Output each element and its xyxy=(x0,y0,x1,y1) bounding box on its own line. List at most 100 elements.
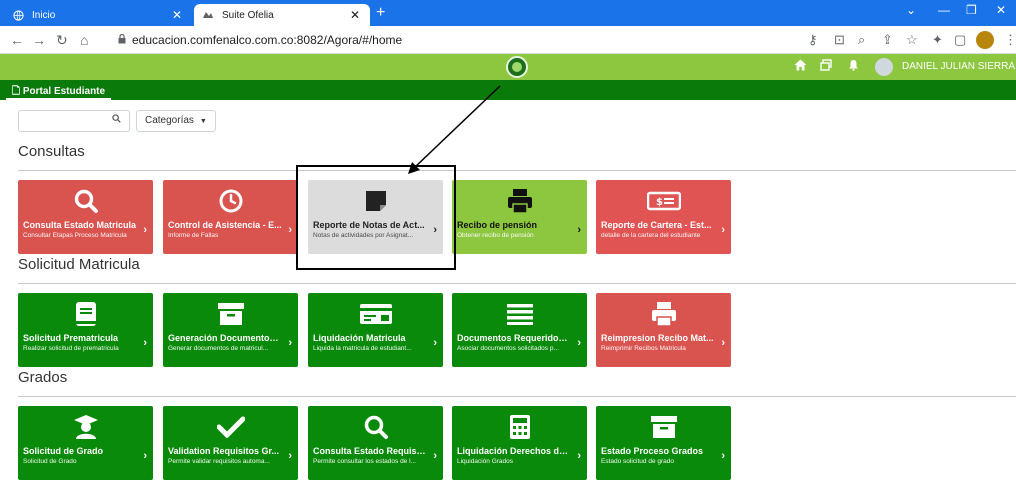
printer-icon xyxy=(452,186,587,216)
tile-consulta-estado-requisitos[interactable]: Consulta Estado Requisit... Permite cons… xyxy=(308,406,443,480)
zoom-icon[interactable]: ⌕ xyxy=(858,32,865,48)
url-field[interactable]: educacion.comfenalco.com.co:8082/Agora/#… xyxy=(132,33,402,47)
tile-documentos-requeridos[interactable]: Documentos Requeridos... Asociar documen… xyxy=(452,293,587,367)
search-input[interactable] xyxy=(18,110,130,132)
tab-inicio[interactable]: Inicio ✕ xyxy=(4,4,192,26)
tile-consulta-estado-matricula[interactable]: Consulta Estado Matricula Consultar Etap… xyxy=(18,180,153,254)
chevron-right-icon: › xyxy=(143,450,147,462)
tab-suite-ofelia[interactable]: Suite Ofelia ✕ xyxy=(194,4,370,26)
translate-icon[interactable]: ⊡ xyxy=(834,32,845,48)
tile-description: Realizar solicitud de prematricula xyxy=(23,345,119,352)
back-icon[interactable]: ← xyxy=(10,32,24,48)
category-dropdown[interactable]: Categorías ▼ xyxy=(136,110,216,132)
profile-avatar[interactable] xyxy=(976,31,994,49)
portal-subbar: 🗋 Portal Estudiante xyxy=(0,80,1016,100)
search-icon xyxy=(18,186,153,216)
windows-icon[interactable] xyxy=(820,59,832,75)
chevron-right-icon: › xyxy=(721,337,725,349)
tile-description: Estado solicitud de grado xyxy=(601,458,674,465)
tab-title: Inicio xyxy=(32,9,56,21)
chevron-down-icon[interactable]: ⌄ xyxy=(906,3,916,17)
book-icon xyxy=(18,299,153,329)
bell-icon[interactable] xyxy=(848,59,859,75)
chevron-right-icon: › xyxy=(288,450,292,462)
check-icon xyxy=(163,412,298,442)
tile-validation-requisitos[interactable]: Validation Requisitos Gr... Permite vali… xyxy=(163,406,298,480)
tile-description: Asociar documentos solicitados p... xyxy=(457,345,559,352)
logo[interactable] xyxy=(506,56,528,78)
tile-generacion-documentos[interactable]: Generación Documentos... Generar documen… xyxy=(163,293,298,367)
tile-description: Liquidación Grados xyxy=(457,458,514,465)
home-icon[interactable] xyxy=(794,59,807,75)
tile-liquidacion-derechos[interactable]: Liquidación Derechos de... Liquidación G… xyxy=(452,406,587,480)
reload-icon[interactable]: ↻ xyxy=(56,32,68,48)
tile-label: Recibo de pensión xyxy=(457,220,538,230)
tile-control-asistencia[interactable]: Control de Asistencia - E... Informe de … xyxy=(163,180,298,254)
graduate-icon xyxy=(18,412,153,442)
tile-solicitud-grado[interactable]: Solicitud de Grado Solicitud de Grado › xyxy=(18,406,153,480)
tile-label: Validation Requisitos Gr... xyxy=(168,446,280,456)
archive-icon xyxy=(163,299,298,329)
close-tab-icon[interactable]: ✕ xyxy=(170,8,184,22)
key-icon[interactable]: ⚷ xyxy=(808,32,818,48)
tile-label: Reporte de Cartera - Est... xyxy=(601,220,712,230)
tile-label: Solicitud de Grado xyxy=(23,446,104,456)
tile-description: Liquida la matricula de estudiant... xyxy=(313,345,412,352)
divider xyxy=(18,283,1016,284)
tile-description: Solicitud de Grado xyxy=(23,458,77,465)
close-window-icon[interactable]: ✕ xyxy=(996,3,1006,17)
list-icon xyxy=(452,299,587,329)
tile-recibo-pension[interactable]: Recibo de pensión Obtener recibo de pens… xyxy=(452,180,587,254)
section-title-grados: Grados xyxy=(18,369,68,386)
share-icon[interactable]: ⇪ xyxy=(882,32,893,48)
chevron-right-icon: › xyxy=(143,337,147,349)
card-icon xyxy=(308,299,443,329)
tile-label: Consulta Estado Matricula xyxy=(23,220,137,230)
tile-label: Reimpresion Recibo Mat... xyxy=(601,333,714,343)
close-tab-icon[interactable]: ✕ xyxy=(348,8,362,22)
sidepanel-icon[interactable]: ▢ xyxy=(954,32,966,48)
tile-description: Permite consultar los estados de l... xyxy=(313,458,416,465)
tile-description: Consultar Etapas Proceso Matricula xyxy=(23,232,127,239)
tile-description: Informe de Fallas xyxy=(168,232,219,239)
document-icon: 🗋 xyxy=(12,86,21,97)
clock-icon xyxy=(163,186,298,216)
highlight-box xyxy=(296,165,456,270)
restore-icon[interactable]: ❐ xyxy=(966,3,977,17)
globe-icon xyxy=(12,9,24,21)
divider xyxy=(18,170,1016,171)
chevron-right-icon: › xyxy=(721,450,725,462)
search-icon xyxy=(112,114,121,126)
tile-label: Consulta Estado Requisit... xyxy=(313,446,427,456)
calculator-icon xyxy=(452,412,587,442)
tile-label: Estado Proceso Grados xyxy=(601,446,704,456)
star-icon[interactable]: ☆ xyxy=(906,32,918,48)
tile-liquidacion-matricula[interactable]: Liquidación Matricula Liquida la matricu… xyxy=(308,293,443,367)
app-header: DANIEL JULIAN SIERRA AVI xyxy=(0,54,1016,80)
tile-estado-proceso-grados[interactable]: Estado Proceso Grados Estado solicitud d… xyxy=(596,406,731,480)
forward-icon[interactable]: → xyxy=(32,32,46,48)
chevron-right-icon: › xyxy=(433,450,437,462)
tile-description: detalle de la cartera del estudiante xyxy=(601,232,701,239)
tile-label: Documentos Requeridos... xyxy=(457,333,571,343)
money-icon: $ xyxy=(596,186,731,216)
tile-reporte-cartera[interactable]: $ Reporte de Cartera - Est... detalle de… xyxy=(596,180,731,254)
new-tab-icon[interactable]: + xyxy=(376,4,385,22)
tile-label: Liquidación Matricula xyxy=(313,333,406,343)
extensions-icon[interactable]: ✦ xyxy=(932,32,943,48)
portal-tab-label: Portal Estudiante xyxy=(22,86,106,97)
tile-description: Reimprimir Recibos Matricula xyxy=(601,345,686,352)
chevron-right-icon: › xyxy=(288,224,292,236)
tile-label: Generación Documentos... xyxy=(168,333,282,343)
minimize-icon[interactable]: — xyxy=(938,3,950,17)
user-name[interactable]: DANIEL JULIAN SIERRA AVI xyxy=(902,61,1016,72)
avatar[interactable] xyxy=(875,58,893,76)
tile-reimpresion-recibo[interactable]: Reimpresion Recibo Mat... Reimprimir Rec… xyxy=(596,293,731,367)
menu-dots-icon[interactable]: ⋮ xyxy=(1004,32,1016,48)
tile-solicitud-prematricula[interactable]: Solicitud Prematricula Realizar solicitu… xyxy=(18,293,153,367)
tile-label: Solicitud Prematricula xyxy=(23,333,119,343)
divider xyxy=(18,396,1016,397)
chevron-right-icon: › xyxy=(577,337,581,349)
tab-portal-estudiante[interactable]: 🗋 Portal Estudiante xyxy=(6,83,112,100)
home-icon[interactable]: ⌂ xyxy=(80,32,88,48)
